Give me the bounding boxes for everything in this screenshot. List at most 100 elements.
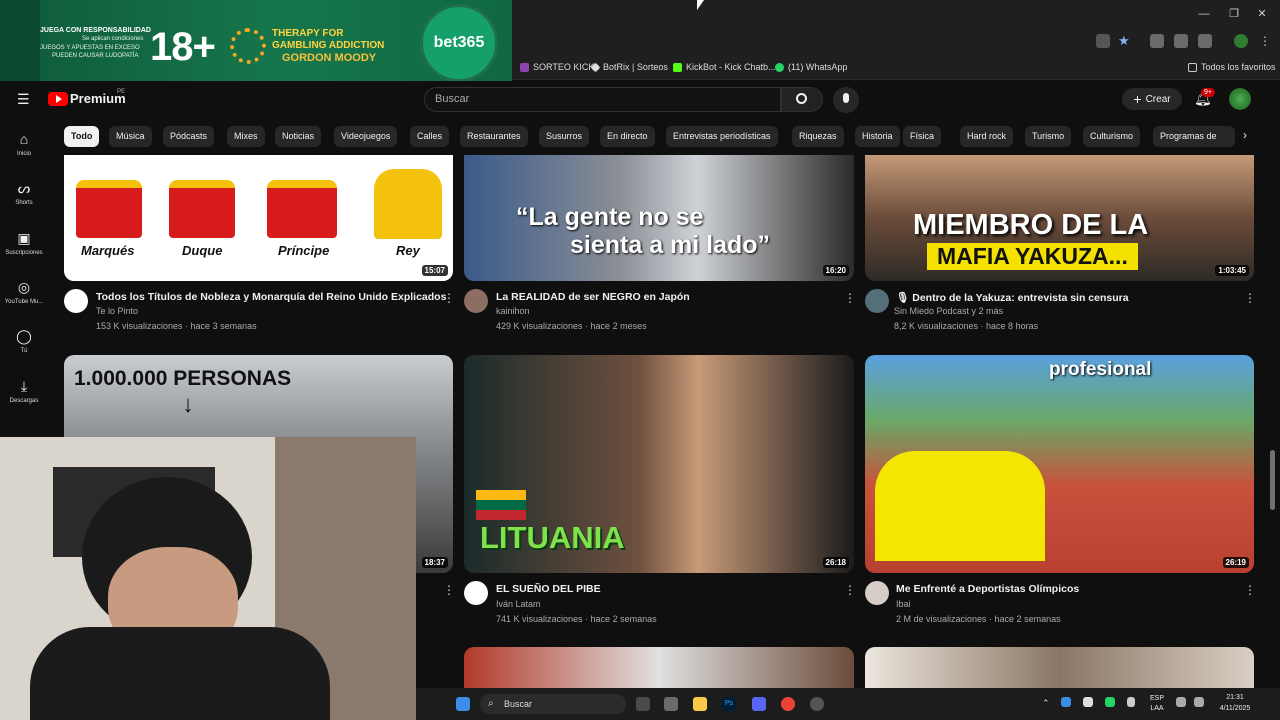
chip-música[interactable]: Música bbox=[109, 126, 152, 147]
bookmark-sorteo-kick[interactable]: SORTEO KICK bbox=[520, 62, 594, 72]
create-button[interactable]: + Crear bbox=[1122, 88, 1182, 110]
channel-avatar[interactable] bbox=[464, 289, 488, 313]
chip-en-directo[interactable]: En directo bbox=[600, 126, 655, 147]
sidebar-item-downloads[interactable]: ⤓ Descargas bbox=[0, 378, 48, 404]
bookmark-kickbot[interactable]: KickBot - Kick Chatb... bbox=[673, 62, 776, 72]
video-title[interactable]: EL SUEÑO DEL PIBE bbox=[496, 583, 601, 595]
sidebar-item-shorts[interactable]: ᔕ Shorts bbox=[0, 180, 48, 206]
more-options-icon[interactable]: ⋮ bbox=[1244, 583, 1256, 597]
extensions-puzzle-icon[interactable] bbox=[1198, 34, 1212, 48]
thumb-caption: 1.000.000 PERSONAS bbox=[74, 367, 292, 390]
channel-name[interactable]: kainihon bbox=[496, 306, 530, 316]
video-thumbnail[interactable]: MIEMBRO DE LA MAFIA YAKUZA... 1:03:45 bbox=[865, 155, 1254, 281]
video-title[interactable]: La REALIDAD de ser NEGRO en Japón bbox=[496, 291, 690, 303]
chip-restaurantes[interactable]: Restaurantes bbox=[460, 126, 528, 147]
minimize-icon[interactable]: — bbox=[1196, 6, 1212, 22]
chip-videojuegos[interactable]: Videojuegos bbox=[334, 126, 398, 147]
channel-avatar[interactable] bbox=[64, 289, 88, 313]
channel-name[interactable]: Ibai bbox=[896, 599, 911, 609]
channel-name[interactable]: Iván Latam bbox=[496, 599, 541, 609]
sidebar-item-home[interactable]: ⌂ Inicio bbox=[0, 131, 48, 157]
sidebar-item-music[interactable]: ◎ YouTube Mu... bbox=[0, 279, 48, 305]
video-title[interactable]: Me Enfrenté a Deportistas Olímpicos bbox=[896, 583, 1079, 595]
chrome-icon[interactable] bbox=[781, 697, 795, 711]
discord-icon[interactable] bbox=[752, 697, 766, 711]
app-icon[interactable] bbox=[664, 697, 678, 711]
bookmark-botrix[interactable]: BotRix | Sorteos bbox=[590, 62, 668, 72]
extension-icon[interactable] bbox=[1174, 34, 1188, 48]
more-options-icon[interactable]: ⋮ bbox=[844, 291, 856, 305]
chip-hard-rock[interactable]: Hard rock bbox=[960, 126, 1014, 147]
more-options-icon[interactable]: ⋮ bbox=[844, 583, 856, 597]
chip-calles[interactable]: Calles bbox=[410, 126, 450, 147]
chevron-right-icon[interactable]: › bbox=[1243, 128, 1247, 142]
channel-avatar[interactable] bbox=[464, 581, 488, 605]
chip-pódcasts[interactable]: Pódcasts bbox=[163, 126, 215, 147]
task-view-icon[interactable] bbox=[636, 697, 650, 711]
menu-dots-icon[interactable]: ⋮ bbox=[1258, 34, 1272, 48]
bet365-ad-overlay[interactable]: JUEGA CON RESPONSABILIDAD Se aplican con… bbox=[0, 0, 512, 88]
channel-name[interactable]: Te lo Pinto bbox=[96, 306, 138, 316]
crown-image bbox=[267, 180, 337, 238]
chip-susurros[interactable]: Susurros bbox=[539, 126, 590, 147]
video-thumbnail[interactable]: profesional 26:19 bbox=[865, 355, 1254, 573]
video-thumbnail[interactable]: LITUANIA 26:18 bbox=[464, 355, 854, 573]
video-title[interactable]: 🎙 Dentro de la Yakuza: entrevista sin ce… bbox=[896, 291, 1129, 304]
tray-icon[interactable] bbox=[1061, 697, 1071, 707]
install-icon[interactable] bbox=[1096, 34, 1110, 48]
close-icon[interactable]: ✕ bbox=[1254, 6, 1270, 22]
search-button[interactable] bbox=[781, 87, 823, 112]
microphone-icon[interactable] bbox=[1127, 697, 1135, 707]
search-input[interactable]: Buscar bbox=[424, 87, 781, 112]
video-thumbnail[interactable] bbox=[464, 647, 854, 688]
extension-icon[interactable] bbox=[1150, 34, 1164, 48]
video-thumbnail[interactable]: Marqués Duque Príncipe Rey 15:07 bbox=[64, 155, 453, 281]
language-indicator[interactable]: LAA bbox=[1146, 705, 1168, 713]
scrollbar-thumb[interactable] bbox=[1270, 450, 1275, 510]
chip-programas-de[interactable]: Programas de bbox=[1153, 126, 1235, 147]
video-thumbnail[interactable]: “La gente no se sienta a mi lado” 16:20 bbox=[464, 155, 854, 281]
volume-icon[interactable] bbox=[1194, 697, 1204, 707]
restore-icon[interactable]: ❐ bbox=[1226, 6, 1242, 22]
bookmark-whatsapp[interactable]: (11) WhatsApp bbox=[775, 62, 847, 72]
windows-start-icon[interactable] bbox=[456, 697, 470, 711]
channel-name[interactable]: Sin Miedo Podcast y 2 más bbox=[894, 306, 1003, 316]
home-icon: ⌂ bbox=[19, 131, 29, 147]
channel-avatar[interactable] bbox=[865, 581, 889, 605]
more-options-icon[interactable]: ⋮ bbox=[443, 583, 455, 597]
clock-date[interactable]: 4/11/2025 bbox=[1212, 705, 1258, 713]
bookmark-all-favorites[interactable]: Todos los favoritos bbox=[1188, 62, 1276, 72]
channel-avatar[interactable] bbox=[865, 289, 889, 313]
video-thumbnail[interactable] bbox=[865, 647, 1254, 688]
youtube-logo-icon[interactable] bbox=[48, 92, 68, 106]
chip-noticias[interactable]: Noticias bbox=[275, 126, 322, 147]
sidebar-item-you[interactable]: ◯ Tú bbox=[0, 328, 48, 354]
chip-todo[interactable]: Todo bbox=[64, 126, 100, 147]
voice-search-button[interactable] bbox=[833, 87, 859, 113]
network-icon[interactable] bbox=[1176, 697, 1186, 707]
more-options-icon[interactable]: ⋮ bbox=[1244, 291, 1256, 305]
more-options-icon[interactable]: ⋮ bbox=[443, 291, 455, 305]
language-indicator[interactable]: ESP bbox=[1146, 695, 1168, 703]
cloud-icon[interactable] bbox=[1083, 697, 1093, 707]
chip-historia[interactable]: Historia bbox=[855, 126, 900, 147]
star-icon[interactable]: ★ bbox=[1118, 34, 1132, 48]
sidebar-item-subscriptions[interactable]: ▣ Suscripciones bbox=[0, 230, 48, 256]
chip-física[interactable]: Física bbox=[903, 126, 942, 147]
chip-turismo[interactable]: Turismo bbox=[1025, 126, 1072, 147]
video-title[interactable]: Todos los Títulos de Nobleza y Monarquía… bbox=[96, 291, 446, 303]
chip-mixes[interactable]: Mixes bbox=[227, 126, 265, 147]
photoshop-icon[interactable]: Ps bbox=[722, 697, 736, 711]
taskbar-search[interactable]: ⌕ Buscar bbox=[480, 694, 626, 714]
chevron-up-icon[interactable]: ⌃ bbox=[1042, 698, 1050, 709]
hamburger-menu-icon[interactable]: ☰ bbox=[17, 92, 31, 106]
account-avatar[interactable] bbox=[1229, 88, 1251, 110]
chip-riquezas[interactable]: Riquezas bbox=[792, 126, 844, 147]
chip-culturismo[interactable]: Culturismo bbox=[1083, 126, 1141, 147]
app-icon[interactable] bbox=[810, 697, 824, 711]
tray-icon[interactable] bbox=[1105, 697, 1115, 707]
clock-time[interactable]: 21:31 bbox=[1212, 694, 1258, 702]
profile-avatar[interactable] bbox=[1234, 34, 1248, 48]
file-explorer-icon[interactable] bbox=[693, 697, 707, 711]
chip-entrevistas-periodísticas[interactable]: Entrevistas periodísticas bbox=[666, 126, 778, 147]
